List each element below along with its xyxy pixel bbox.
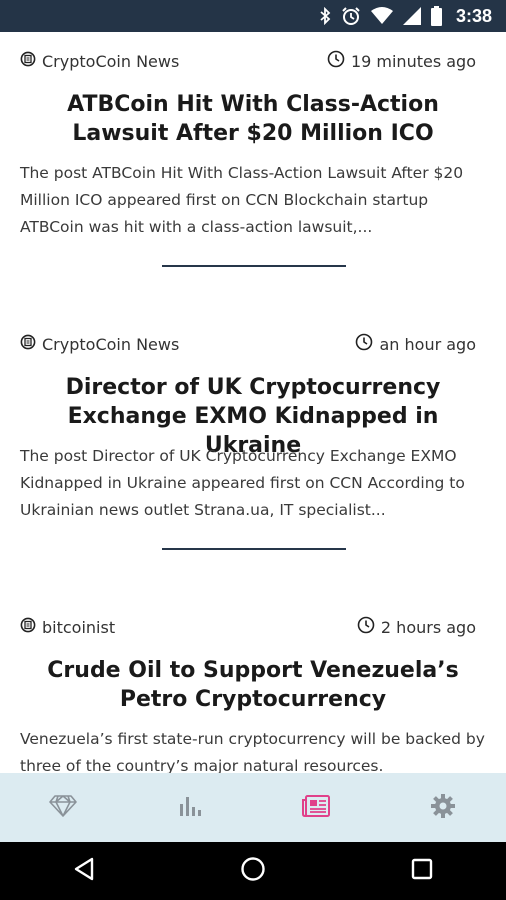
battery-icon <box>430 6 442 26</box>
article-meta: bitcoinist 2 hours ago <box>20 616 476 638</box>
article-headline[interactable]: Crude Oil to Support Venezuela’s Petro C… <box>18 656 488 714</box>
article-source: bitcoinist <box>20 617 115 637</box>
time-ago-label: 19 minutes ago <box>350 51 476 71</box>
bluetooth-icon <box>319 7 331 25</box>
article-divider <box>162 548 346 550</box>
nav-news[interactable] <box>286 778 346 838</box>
bottom-navigation <box>0 773 506 842</box>
wifi-icon <box>370 7 393 25</box>
diamond-icon <box>49 794 78 822</box>
article-card[interactable]: CryptoCoin News an hour ago Director of … <box>0 315 506 599</box>
clock-icon <box>355 333 373 355</box>
newspaper-icon <box>301 794 331 822</box>
home-circle-icon <box>240 856 266 886</box>
nav-charts[interactable] <box>160 778 220 838</box>
clock-icon <box>327 50 345 72</box>
article-source: CryptoCoin News <box>20 334 179 354</box>
news-feed[interactable]: CryptoCoin News 19 minutes ago ATBCoin H… <box>0 32 506 773</box>
back-triangle-icon <box>73 857 95 885</box>
article-excerpt: The post Director of UK Cryptocurrency E… <box>20 447 465 519</box>
source-name: CryptoCoin News <box>42 334 180 354</box>
system-navigation-bar <box>0 842 506 900</box>
article-time: 19 minutes ago <box>327 50 476 72</box>
time-ago-label: an hour ago <box>379 334 476 354</box>
source-icon <box>20 617 36 637</box>
settings-gear-icon <box>430 793 456 823</box>
status-bar: 3:38 <box>0 0 506 32</box>
source-icon <box>20 51 36 71</box>
article-card[interactable]: bitcoinist 2 hours ago Crude Oil to Supp… <box>0 598 506 773</box>
source-icon <box>20 334 36 354</box>
article-excerpt: The post ATBCoin Hit With Class-Action L… <box>20 164 464 236</box>
recents-button[interactable] <box>392 846 452 896</box>
bar-chart-icon <box>178 794 202 822</box>
source-name: bitcoinist <box>42 617 116 637</box>
article-card[interactable]: CryptoCoin News 19 minutes ago ATBCoin H… <box>0 32 506 316</box>
nav-diamond[interactable] <box>33 778 93 838</box>
article-excerpt: Venezuela’s first state-run cryptocurren… <box>20 730 485 773</box>
home-button[interactable] <box>223 846 283 896</box>
back-button[interactable] <box>54 846 114 896</box>
article-time: an hour ago <box>355 333 476 355</box>
status-time: 3:38 <box>455 5 492 26</box>
article-headline[interactable]: ATBCoin Hit With Class-Action Lawsuit Af… <box>18 90 488 148</box>
signal-icon <box>402 7 421 25</box>
article-divider <box>162 265 346 267</box>
time-ago-label: 2 hours ago <box>380 617 476 637</box>
alarm-icon <box>341 6 361 26</box>
article-meta: CryptoCoin News an hour ago <box>20 333 476 355</box>
source-name: CryptoCoin News <box>42 51 180 71</box>
article-source: CryptoCoin News <box>20 51 179 71</box>
clock-icon <box>357 616 375 638</box>
article-time: 2 hours ago <box>357 616 476 638</box>
nav-settings[interactable] <box>413 778 473 838</box>
recents-square-icon <box>411 858 433 884</box>
article-meta: CryptoCoin News 19 minutes ago <box>20 50 476 72</box>
